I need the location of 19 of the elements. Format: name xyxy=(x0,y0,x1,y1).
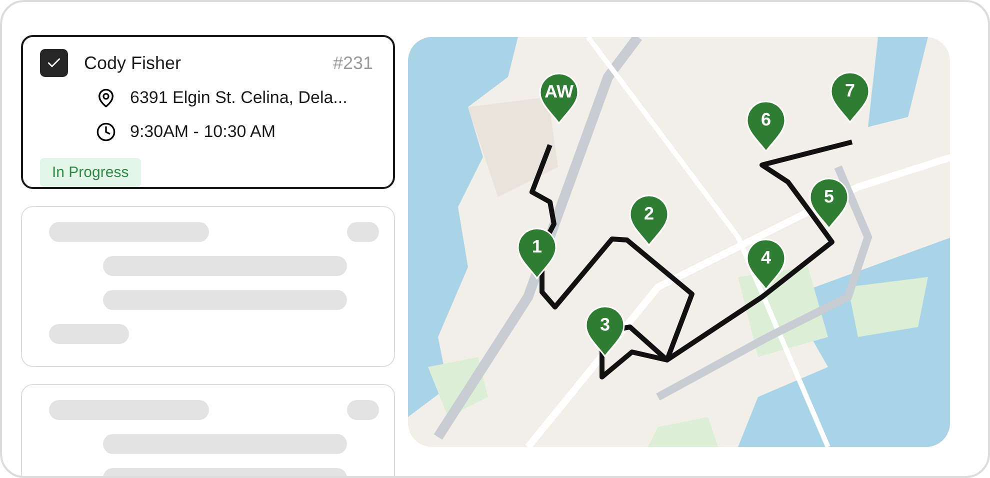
status-badge: In Progress xyxy=(40,158,141,187)
map-pin[interactable]: 5 xyxy=(809,177,849,230)
placeholder-bar xyxy=(347,222,379,242)
map-pin[interactable]: 3 xyxy=(585,305,625,358)
placeholder-bar xyxy=(347,400,379,420)
time-text: 9:30AM - 10:30 AM xyxy=(130,122,276,142)
job-card[interactable]: Cody Fisher #231 6391 Elgin St. Celina, Dela... 9:30AM - 10:30 AM In Progress xyxy=(21,35,395,189)
clock-icon xyxy=(96,122,116,142)
map-pin[interactable]: 4 xyxy=(746,238,786,290)
map-pin[interactable]: 1 xyxy=(517,227,557,280)
location-pin-icon xyxy=(96,88,116,108)
address-text: 6391 Elgin St. Celina, Dela... xyxy=(130,88,348,108)
customer-name: Cody Fisher xyxy=(84,52,182,74)
map-pin[interactable]: 2 xyxy=(629,194,669,246)
checkbox[interactable] xyxy=(40,49,68,77)
map-pin[interactable]: 7 xyxy=(830,71,870,124)
map-pin[interactable]: 6 xyxy=(746,100,786,152)
map-pin[interactable]: AW xyxy=(539,72,579,124)
job-number: #231 xyxy=(332,52,373,74)
